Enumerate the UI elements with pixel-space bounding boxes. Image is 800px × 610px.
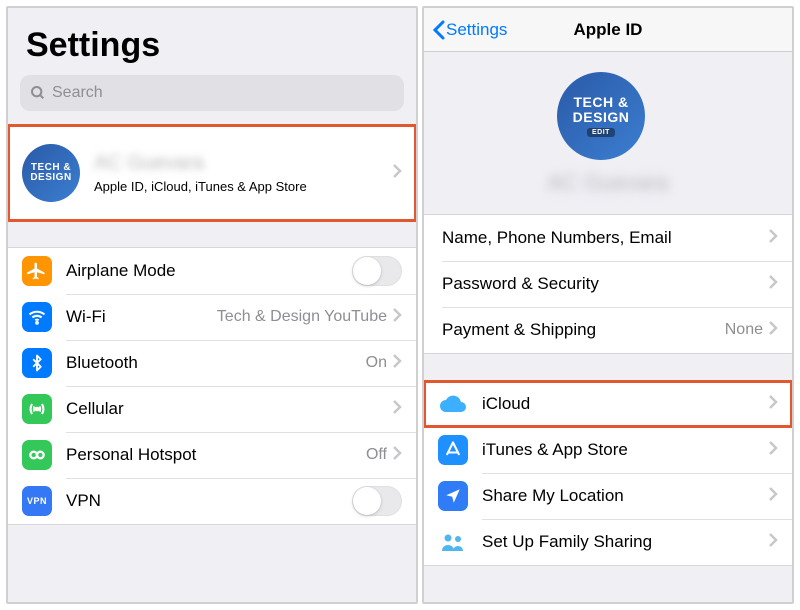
row-label: Personal Hotspot [66, 445, 366, 465]
row-value: Off [366, 446, 387, 464]
profile-subtitle: Apple ID, iCloud, iTunes & App Store [94, 179, 393, 194]
row-label: Set Up Family Sharing [482, 532, 769, 552]
row-vpn[interactable]: VPN VPN [8, 478, 416, 524]
row-label: Name, Phone Numbers, Email [442, 228, 769, 248]
row-label: Bluetooth [66, 353, 366, 373]
hotspot-icon [22, 440, 52, 470]
row-family-sharing[interactable]: Set Up Family Sharing [424, 519, 792, 565]
search-input[interactable]: Search [20, 75, 404, 111]
row-label: Airplane Mode [66, 261, 352, 281]
chevron-right-icon [769, 275, 778, 294]
connectivity-group: Airplane Mode Wi-Fi Tech & Design YouTub… [8, 247, 416, 525]
account-group: Name, Phone Numbers, Email Password & Se… [424, 214, 792, 354]
row-bluetooth[interactable]: Bluetooth On [8, 340, 416, 386]
settings-pane: Settings Search TECH & DESIGN AC Guevara… [6, 6, 418, 604]
row-value: On [366, 354, 387, 372]
vpn-icon: VPN [22, 486, 52, 516]
chevron-right-icon [393, 308, 402, 327]
chevron-right-icon [769, 321, 778, 340]
search-wrap: Search [8, 75, 416, 125]
family-icon [438, 527, 468, 557]
chevron-right-icon [769, 533, 778, 552]
page-title: Settings [8, 8, 416, 75]
wifi-icon [22, 302, 52, 332]
chevron-left-icon [432, 20, 446, 40]
row-label: Cellular [66, 399, 393, 419]
vpn-toggle[interactable] [352, 486, 402, 516]
profile-name: AC Guevara [547, 170, 668, 196]
location-icon [438, 481, 468, 511]
row-label: Payment & Shipping [442, 320, 725, 340]
row-label: iTunes & App Store [482, 440, 769, 460]
row-payment-shipping[interactable]: Payment & Shipping None [424, 307, 792, 353]
avatar: TECH & DESIGN [22, 144, 80, 202]
row-icloud[interactable]: iCloud [424, 381, 792, 427]
chevron-right-icon [769, 441, 778, 460]
row-label: Password & Security [442, 274, 769, 294]
edit-badge: EDIT [587, 128, 615, 137]
back-button[interactable]: Settings [432, 20, 507, 40]
airplane-icon [22, 256, 52, 286]
chevron-right-icon [393, 400, 402, 419]
cloud-icon [438, 389, 468, 419]
chevron-right-icon [769, 487, 778, 506]
row-value: None [725, 321, 763, 339]
airplane-toggle[interactable] [352, 256, 402, 286]
profile-row[interactable]: TECH & DESIGN AC Guevara Apple ID, iClou… [8, 125, 416, 221]
search-icon [30, 85, 46, 101]
row-label: Share My Location [482, 486, 769, 506]
profile-name: AC Guevara [94, 152, 393, 175]
row-wifi[interactable]: Wi-Fi Tech & Design YouTube [8, 294, 416, 340]
row-name-numbers-email[interactable]: Name, Phone Numbers, Email [424, 215, 792, 261]
row-share-location[interactable]: Share My Location [424, 473, 792, 519]
row-itunes-appstore[interactable]: iTunes & App Store [424, 427, 792, 473]
row-password-security[interactable]: Password & Security [424, 261, 792, 307]
row-label: iCloud [482, 394, 769, 414]
chevron-right-icon [393, 354, 402, 373]
appstore-icon [438, 435, 468, 465]
navbar: Settings Apple ID [424, 8, 792, 52]
bluetooth-icon [22, 348, 52, 378]
row-cellular[interactable]: Cellular [8, 386, 416, 432]
row-value: Tech & Design YouTube [217, 308, 387, 326]
profile-header: TECH & DESIGN EDIT AC Guevara [424, 52, 792, 214]
avatar[interactable]: TECH & DESIGN EDIT [557, 72, 645, 160]
row-airplane-mode[interactable]: Airplane Mode [8, 248, 416, 294]
row-label: Wi-Fi [66, 307, 217, 327]
services-group: iCloud iTunes & App Store Share My Locat… [424, 380, 792, 566]
chevron-right-icon [769, 229, 778, 248]
chevron-right-icon [393, 164, 402, 183]
cellular-icon [22, 394, 52, 424]
chevron-right-icon [393, 446, 402, 465]
row-personal-hotspot[interactable]: Personal Hotspot Off [8, 432, 416, 478]
apple-id-pane: Settings Apple ID TECH & DESIGN EDIT AC … [422, 6, 794, 604]
search-placeholder: Search [52, 84, 103, 102]
row-label: VPN [66, 491, 352, 511]
chevron-right-icon [769, 395, 778, 414]
